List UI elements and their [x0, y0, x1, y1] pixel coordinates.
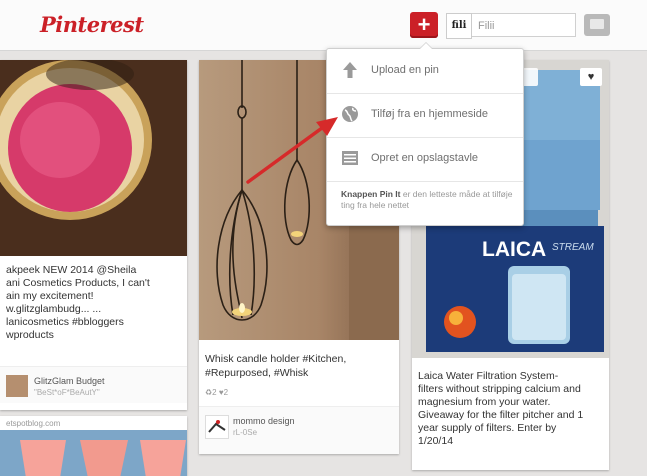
brand-logo-text: LAICA [482, 238, 546, 261]
pin-description-line: 1/20/14 [418, 435, 454, 447]
pin-description-line: Giveaway for the filter pitcher and 1 [418, 409, 584, 421]
compact-blush-image [0, 60, 187, 256]
pin-card[interactable]: etspotblog.com [0, 416, 187, 476]
pinner-name[interactable]: mommo design [233, 416, 295, 426]
pinner-info[interactable]: mommo design rL-0Se [199, 406, 399, 454]
menu-item-create-board[interactable]: Opret en opslagstavle [327, 137, 523, 182]
pin-description-line: filters without stripping calcium and [418, 383, 581, 395]
pin-description-line: w.glitzglambudg... ... [6, 303, 102, 315]
pin-description-line: year supply of filters. Enter by [418, 422, 557, 434]
pinterest-logo[interactable]: Pinterest [40, 12, 144, 37]
menu-item-label: Opret en opslagstavle [371, 152, 479, 164]
pinner-avatar[interactable] [205, 415, 229, 439]
pinner-board[interactable]: "BeSt*oF*BeAutY" [34, 388, 100, 397]
board-icon [342, 151, 358, 165]
pin-description-line: lanicosmetics #bbloggers [6, 316, 124, 328]
username-button[interactable]: Filii [472, 13, 576, 37]
pin-description-line: akpeek NEW 2014 @Sheila [6, 264, 137, 276]
glasses-image [0, 430, 187, 476]
pin-stats: ♻2 ♥2 [205, 388, 229, 397]
pin-source: etspotblog.com [6, 419, 61, 428]
brand-sub-text: STREAM [552, 242, 594, 253]
globe-icon [342, 106, 358, 122]
pin-description-line: ani Cosmetics Products, I can't [6, 277, 150, 289]
pinner-avatar-image [208, 420, 226, 433]
pin-description-line: magnesium from your water. [418, 396, 551, 408]
menu-item-add-from-website[interactable]: Tilføj fra en hjemmeside [327, 93, 523, 138]
pin-description-line: wproducts [6, 329, 54, 341]
add-menu-dropdown: Upload en pin Tilføj fra en hjemmeside O… [326, 42, 524, 226]
pin-image[interactable] [0, 60, 187, 256]
pinner-info[interactable]: GlitzGlam Budget "BeSt*oF*BeAutY" [0, 366, 187, 403]
pinner-avatar[interactable] [6, 375, 28, 397]
menu-item-upload-pin[interactable]: Upload en pin [327, 49, 523, 94]
pinner-board[interactable]: rL-0Se [233, 428, 257, 437]
avatar[interactable]: fili [446, 13, 472, 39]
pin-description-line: ain my excitement! [6, 290, 94, 302]
pin-description: Whisk candle holder #Kitchen, #Repurpose… [205, 353, 347, 379]
menu-item-label: Upload en pin [371, 64, 439, 76]
pin-it-button-info: Knappen Pin It er den letteste måde at t… [341, 189, 513, 211]
like-button[interactable]: ♥ [580, 68, 602, 86]
pin-description-line: Laica Water Filtration System- [418, 370, 559, 382]
top-bar: Pinterest + fili Filii [0, 0, 647, 51]
pinner-name[interactable]: GlitzGlam Budget [34, 376, 105, 386]
notifications-icon[interactable] [584, 14, 610, 36]
upload-icon [343, 62, 357, 78]
pin-it-link[interactable]: Knappen Pin It [341, 189, 401, 199]
add-pin-button[interactable]: + [410, 12, 438, 38]
pin-card[interactable]: akpeek NEW 2014 @Sheila ani Cosmetics Pr… [0, 60, 187, 410]
menu-item-label: Tilføj fra en hjemmeside [371, 108, 488, 120]
